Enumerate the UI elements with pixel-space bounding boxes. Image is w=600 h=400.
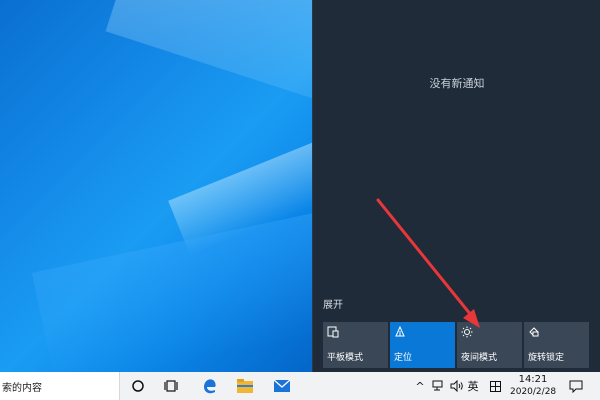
expand-link[interactable]: 展开 <box>323 296 343 311</box>
mail-icon <box>273 379 291 392</box>
search-input[interactable]: 索的内容 <box>0 372 120 400</box>
chevron-up-icon: ^ <box>415 379 425 393</box>
search-text: 索的内容 <box>2 382 42 394</box>
ime-grid-icon <box>489 380 501 392</box>
location-icon <box>395 326 405 337</box>
tile-label: 平板模式 <box>327 353 364 363</box>
tile-label: 旋转锁定 <box>528 353 565 363</box>
cortana-circle-icon <box>132 380 144 392</box>
volume-button[interactable] <box>449 372 465 400</box>
network-icon <box>432 380 442 391</box>
notification-icon <box>569 380 583 393</box>
file-explorer-icon <box>237 379 253 393</box>
night-light-icon <box>461 326 473 338</box>
cortana-button[interactable] <box>122 372 154 400</box>
tile-tablet-mode[interactable]: 平板模式 <box>323 322 388 368</box>
mail-button[interactable] <box>266 372 298 400</box>
input-language-button[interactable]: 英 <box>466 372 480 400</box>
tile-rotation-lock[interactable]: 旋转锁定 <box>524 322 589 368</box>
task-view-button[interactable] <box>156 372 188 400</box>
action-center-button[interactable] <box>566 372 586 400</box>
network-button[interactable] <box>430 372 446 400</box>
ime-mode-button[interactable] <box>488 372 502 400</box>
tile-location[interactable]: 定位 <box>390 322 455 368</box>
tile-label: 定位 <box>394 353 413 363</box>
rotation-lock-icon <box>529 327 539 337</box>
action-center-panel: 没有新通知 展开 平板模式 定位 夜间模式 旋转锁定 <box>312 0 600 372</box>
edge-icon <box>204 379 216 394</box>
taskbar: 索的内容 ^ 英 14:21 2020/2/28 <box>0 372 600 400</box>
light-beam <box>105 0 312 161</box>
tablet-mode-icon <box>327 326 339 338</box>
ime-indicator: 英 <box>467 380 479 393</box>
show-hidden-icons-button[interactable]: ^ <box>414 372 426 400</box>
clock-date: 2020/2/28 <box>510 387 557 397</box>
no-notifications-text: 没有新通知 <box>429 77 485 90</box>
desktop-wallpaper <box>0 0 312 372</box>
quick-action-tiles: 平板模式 定位 夜间模式 旋转锁定 <box>323 322 589 368</box>
tile-label: 夜间模式 <box>461 353 498 363</box>
volume-icon <box>450 380 463 392</box>
file-explorer-button[interactable] <box>229 372 261 400</box>
edge-button[interactable] <box>194 372 226 400</box>
task-view-icon <box>164 380 178 392</box>
clock[interactable]: 14:21 2020/2/28 <box>510 372 556 400</box>
tile-night-light[interactable]: 夜间模式 <box>457 322 522 368</box>
clock-time: 14:21 <box>518 374 548 385</box>
